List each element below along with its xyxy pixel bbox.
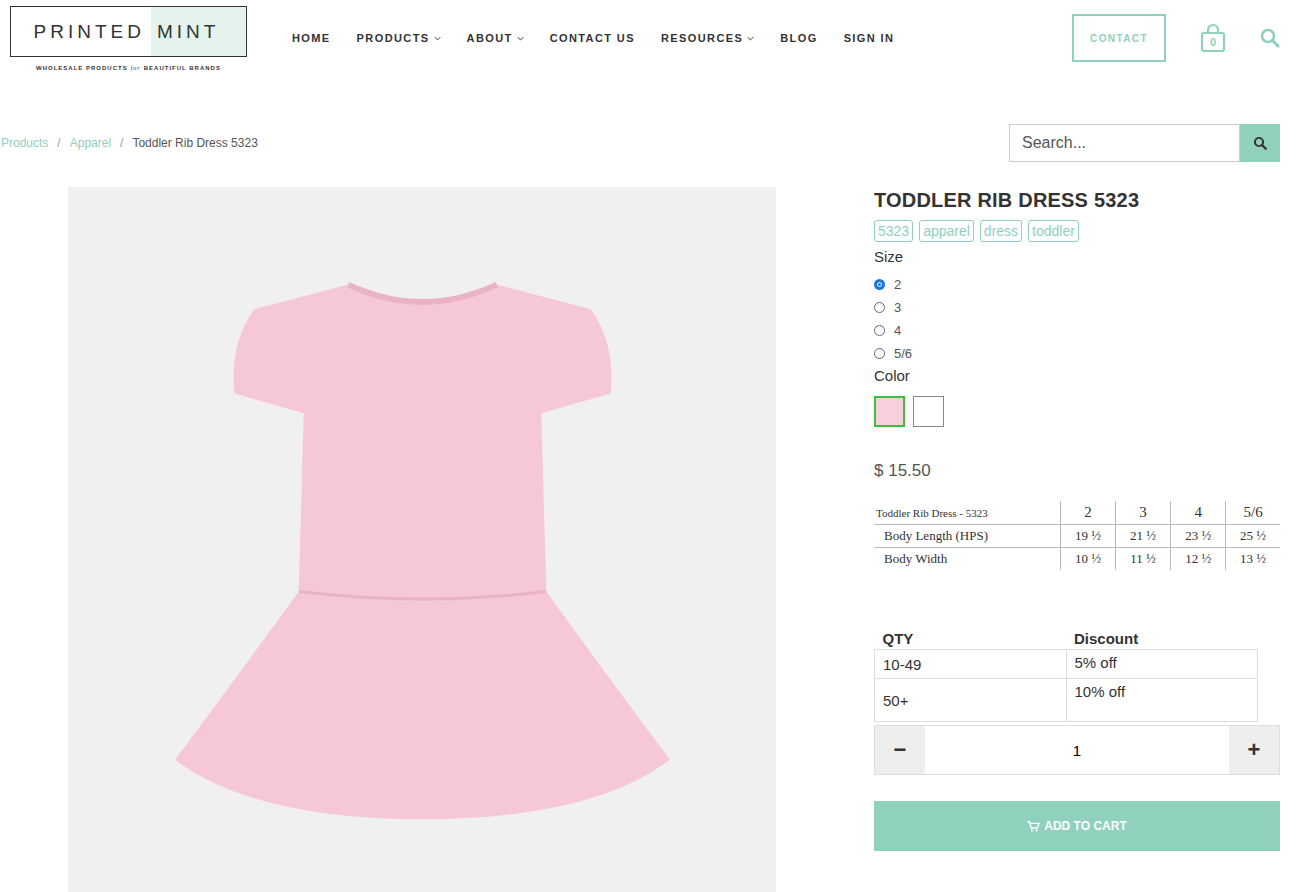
size-option[interactable]: 4	[874, 323, 912, 338]
nav-item[interactable]: PRODUCTS	[357, 32, 441, 44]
chevron-down-icon	[517, 36, 524, 41]
breadcrumb-item[interactable]: Apparel	[70, 136, 111, 150]
nav-item[interactable]: ABOUT	[467, 32, 524, 44]
increase-button[interactable]: +	[1229, 726, 1279, 774]
cart-count: 0	[1200, 36, 1226, 48]
nav-item[interactable]: CONTACT US	[550, 32, 635, 44]
product-main: TODDLER RIB DRESS 5323 5323 apparel dressto…	[0, 187, 1296, 892]
logo-right: MINT	[151, 7, 246, 56]
cart-button[interactable]: 0	[1200, 23, 1226, 53]
dress-image	[175, 262, 670, 822]
main-nav: HOME PRODUCTS ABOUT CONTACT US RESOURCES BLOG…	[292, 32, 894, 44]
radio-button[interactable]	[874, 302, 885, 313]
discount-row: 10-495% off	[875, 650, 1258, 679]
logo-left: PRINTED	[11, 7, 151, 56]
nav-item[interactable]: HOME	[292, 32, 331, 44]
chevron-down-icon	[747, 36, 754, 41]
tag[interactable]: 5323	[874, 220, 913, 242]
search-input[interactable]	[1009, 124, 1240, 162]
color-label: Color	[874, 367, 910, 384]
size-chart-row: Body Length (HPS)19 ½21 ½23 ½25 ½	[874, 525, 1280, 548]
tag[interactable]: apparel	[919, 220, 974, 242]
quantity-stepper: −+	[874, 725, 1280, 775]
contact-button[interactable]: CONTACT	[1072, 14, 1166, 62]
size-options: 2 3 4 5/6	[874, 277, 912, 361]
tagline: WHOLESALE PRODUCTSforBEAUTIFUL BRANDS	[36, 65, 221, 71]
size-chart: Toddler Rib Dress - 53232345/6Body Lengt…	[874, 501, 1280, 570]
logo[interactable]: PRINTEDMINT WHOLESALE PRODUCTSforBEAUTIFU…	[10, 6, 247, 71]
product-title: TODDLER RIB DRESS 5323	[874, 189, 1139, 212]
search-icon	[1253, 136, 1268, 151]
search-icon[interactable]	[1260, 28, 1280, 48]
chevron-down-icon	[434, 36, 441, 41]
discount-row: 50+10% off	[875, 679, 1258, 722]
nav-item[interactable]: BLOG	[780, 32, 817, 44]
color-swatch[interactable]	[874, 396, 905, 427]
discount-table: QTYDiscount10-495% off50+10% off	[874, 628, 1258, 722]
breadcrumb-item[interactable]: Products	[1, 136, 48, 150]
tag[interactable]: toddler	[1028, 220, 1079, 242]
search-button[interactable]	[1240, 124, 1280, 162]
nav-item[interactable]: SIGN IN	[844, 32, 895, 44]
breadcrumb-item: Toddler Rib Dress 5323	[132, 136, 257, 150]
radio-button[interactable]	[874, 348, 885, 359]
size-label: Size	[874, 248, 903, 265]
breadcrumb-separator: /	[120, 136, 123, 150]
price: $ 15.50	[874, 461, 931, 481]
radio-button[interactable]	[874, 279, 885, 290]
color-swatch[interactable]	[913, 396, 944, 427]
breadcrumb: Products / Apparel / Toddler Rib Dress 5323	[1, 136, 258, 150]
nav-item[interactable]: RESOURCES	[661, 32, 754, 44]
product-photo	[68, 187, 776, 892]
breadcrumb-separator: /	[57, 136, 60, 150]
product-details: TODDLER RIB DRESS 5323 5323 apparel dressto…	[874, 187, 1280, 892]
quantity-input[interactable]	[925, 726, 1229, 774]
size-option[interactable]: 2	[874, 277, 912, 292]
radio-button[interactable]	[874, 325, 885, 336]
add-to-cart-button[interactable]: ADD TO CART	[874, 801, 1280, 851]
logo-box: PRINTEDMINT	[10, 6, 247, 57]
breadcrumb-row: Products / Apparel / Toddler Rib Dress 5323	[0, 74, 1296, 162]
page: PRINTEDMINT WHOLESALE PRODUCTSforBEAUTIFU…	[0, 0, 1296, 892]
decrease-button[interactable]: −	[875, 726, 925, 774]
search-bar	[1009, 124, 1280, 162]
size-chart-row: Body Width10 ½11 ½12 ½13 ½	[874, 548, 1280, 571]
size-option[interactable]: 5/6	[874, 346, 912, 361]
header-actions: CONTACT 0	[1072, 14, 1280, 62]
header: PRINTEDMINT WHOLESALE PRODUCTSforBEAUTIFU…	[0, 0, 1296, 74]
tag-list: 5323 apparel dress toddler	[874, 220, 1079, 242]
tag[interactable]: dress	[980, 220, 1022, 242]
color-options	[874, 396, 944, 427]
size-option[interactable]: 3	[874, 300, 912, 315]
cart-icon	[1027, 821, 1040, 832]
